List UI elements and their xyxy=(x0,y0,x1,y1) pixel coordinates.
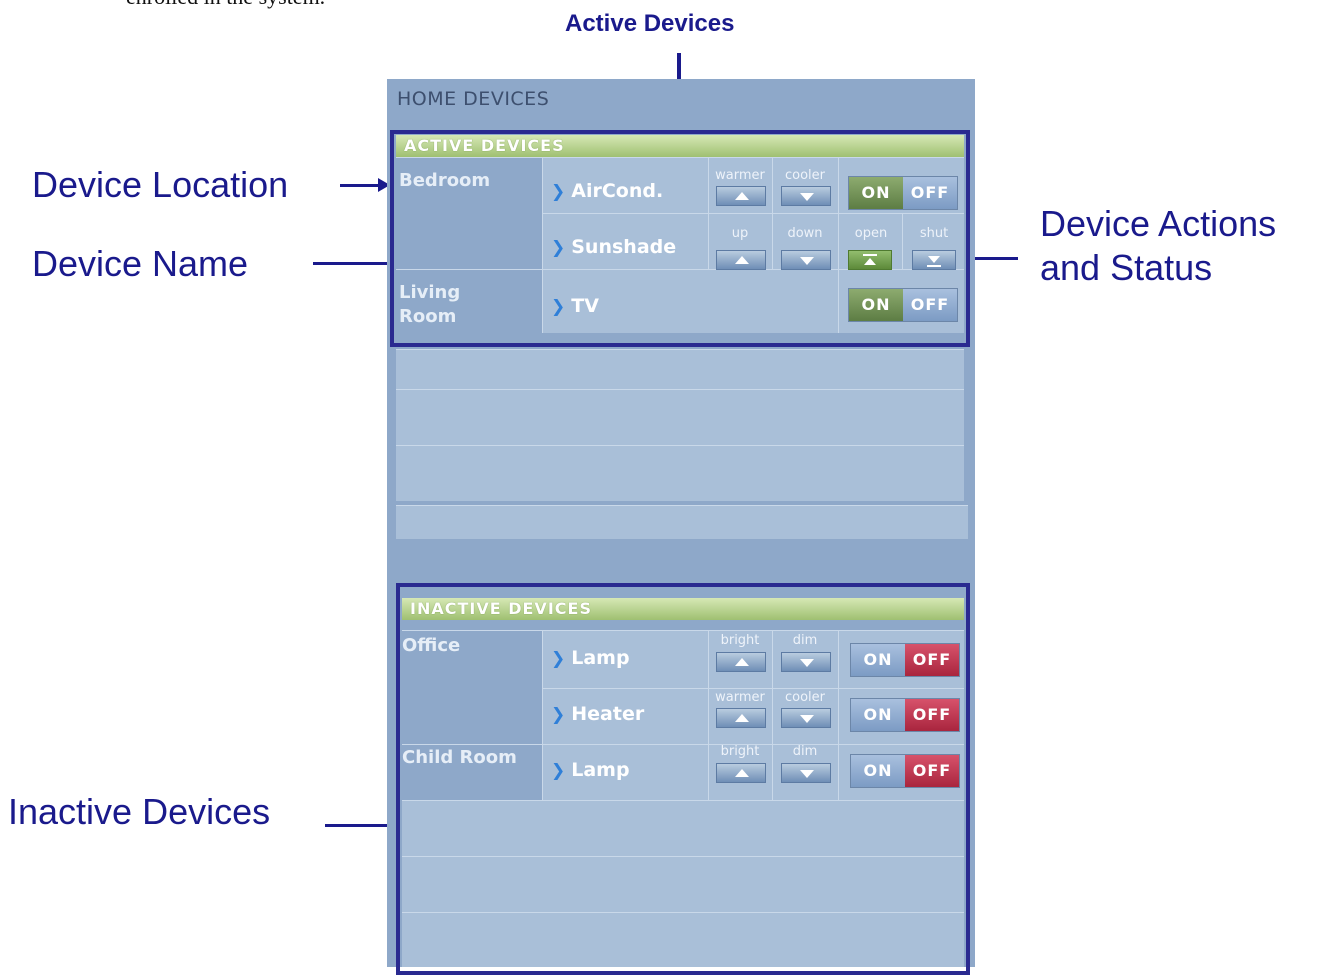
callout-device-status: and Status xyxy=(1040,247,1213,288)
callout-line-inactive xyxy=(325,824,387,827)
inactive-devices-frame xyxy=(396,583,970,975)
callout-device-location: Device Location xyxy=(32,164,289,205)
empty-row xyxy=(396,349,964,389)
empty-row xyxy=(396,445,964,501)
empty-row xyxy=(396,389,964,445)
callout-active-devices: Active Devices xyxy=(565,10,735,37)
callout-device-actions: Device Actions xyxy=(1040,203,1277,244)
callout-line-actions xyxy=(972,257,1018,260)
document-text: enrolled in the system. xyxy=(126,0,325,10)
callout-device-name: Device Name xyxy=(32,243,249,284)
empty-row xyxy=(396,505,968,539)
panel-title: HOME DEVICES xyxy=(397,88,550,110)
callout-inactive-devices: Inactive Devices xyxy=(8,791,271,832)
active-devices-frame xyxy=(390,130,970,347)
